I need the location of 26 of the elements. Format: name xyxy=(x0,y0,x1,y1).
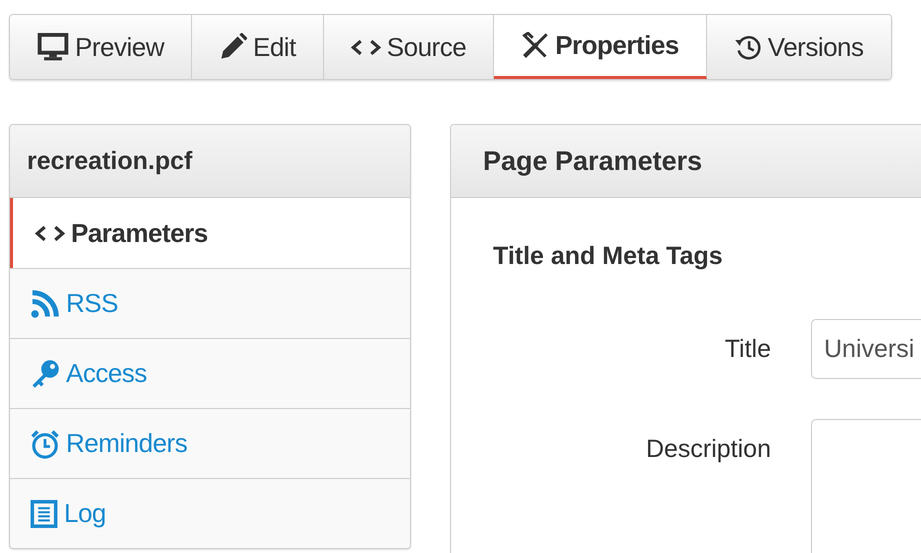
tools-icon xyxy=(521,32,550,60)
tab[interactable]: Properties xyxy=(494,15,707,79)
rss-icon xyxy=(30,288,60,318)
key-icon xyxy=(30,358,60,388)
file-name: recreation.pcf xyxy=(27,146,192,176)
tab[interactable]: Source xyxy=(324,15,494,79)
sidebar-item[interactable]: Reminders xyxy=(10,408,410,478)
panel-title: Page Parameters xyxy=(483,146,702,176)
sidebar-item[interactable]: Parameters xyxy=(10,198,410,268)
alarm-clock-icon xyxy=(30,428,60,458)
document-icon xyxy=(30,500,58,528)
code-icon xyxy=(35,224,65,242)
code-icon xyxy=(350,38,381,56)
history-icon xyxy=(734,33,762,61)
title-input-field[interactable]: Universi xyxy=(811,319,921,379)
tab[interactable]: Versions xyxy=(706,15,891,79)
field-label: Title xyxy=(724,334,771,364)
sidebar-item[interactable]: Log xyxy=(10,478,410,548)
field-label: Description xyxy=(644,434,771,464)
sidebar-item[interactable]: RSS xyxy=(10,268,410,338)
section-heading: Title and Meta Tags xyxy=(493,242,723,271)
sidebar-item[interactable]: Access xyxy=(10,338,410,408)
pencil-icon xyxy=(218,33,247,61)
tab[interactable]: Edit xyxy=(192,15,324,79)
monitor-icon xyxy=(37,33,69,61)
tab[interactable]: Preview xyxy=(10,15,192,79)
